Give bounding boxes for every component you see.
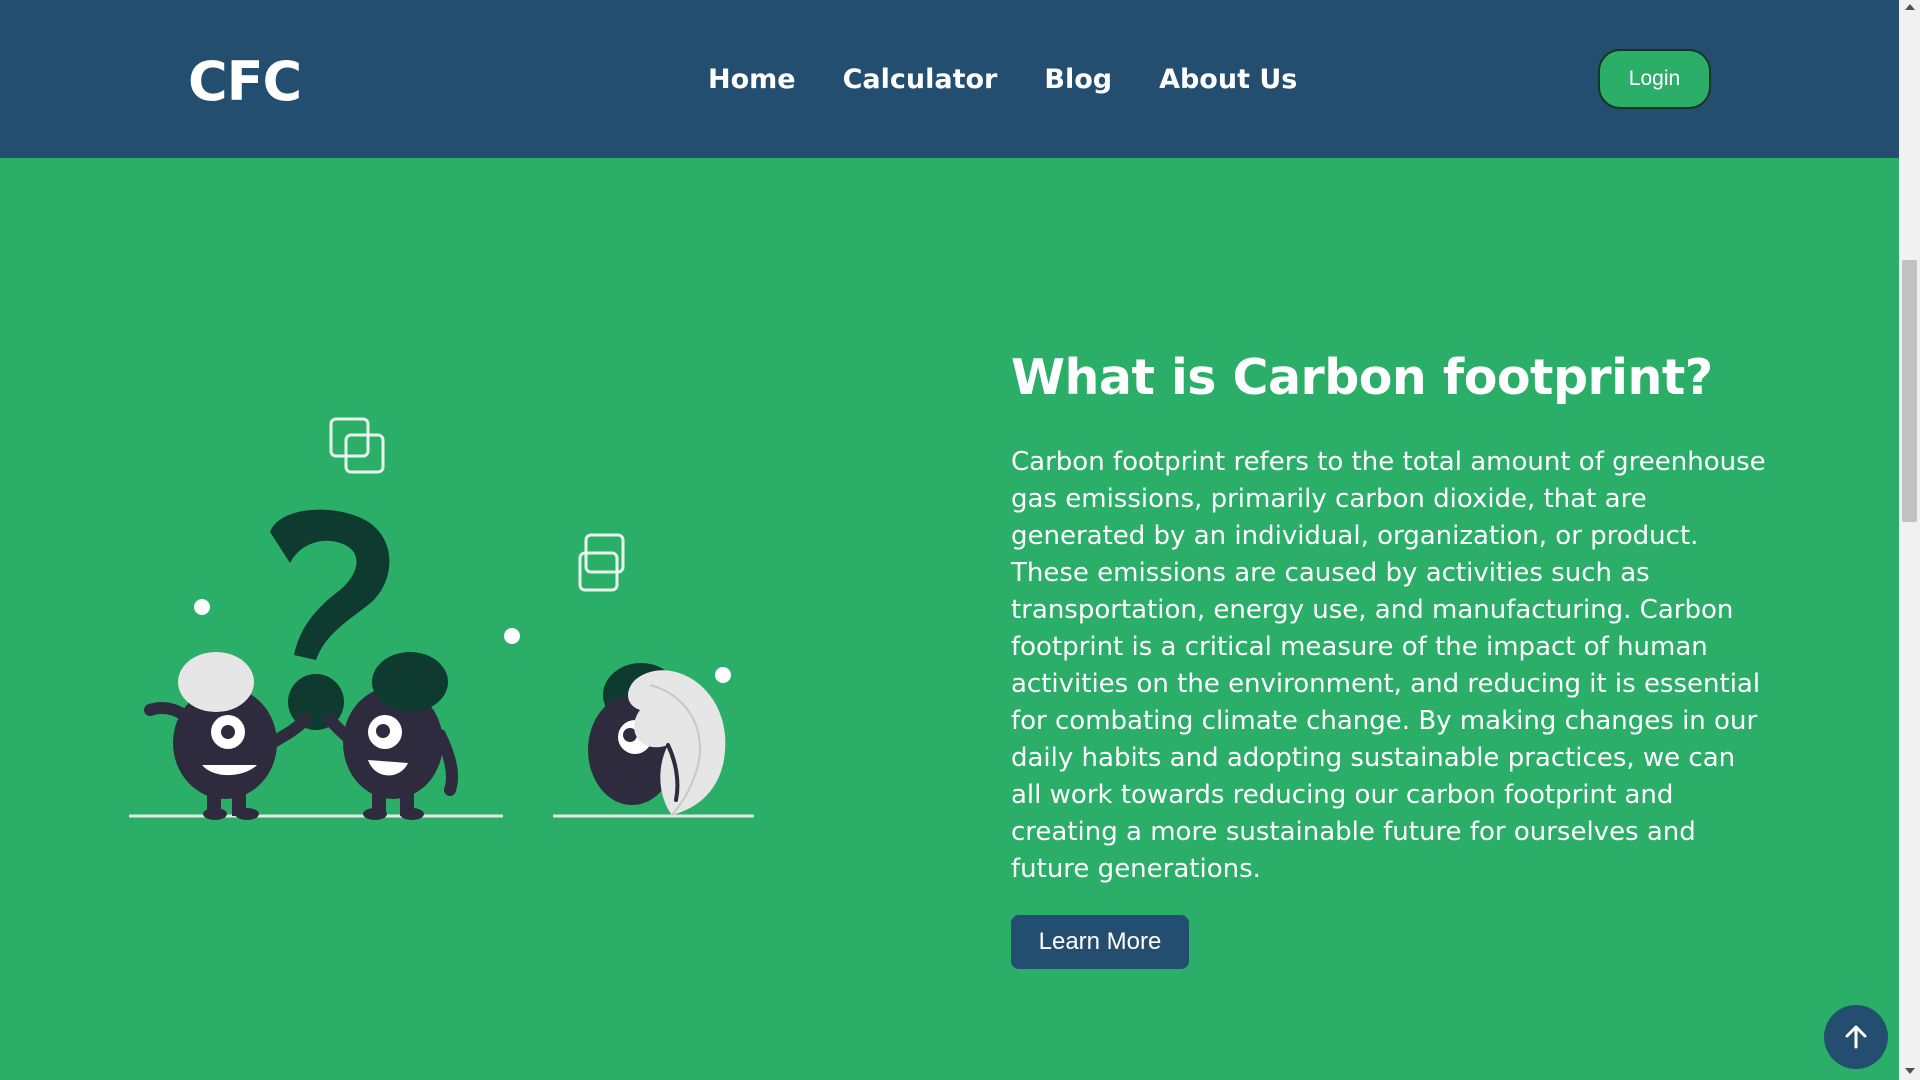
- page-scrollbar[interactable]: [1899, 0, 1920, 1080]
- back-to-top-button[interactable]: [1824, 1005, 1888, 1069]
- section-heading: What is Carbon footprint?: [1011, 349, 1713, 406]
- overlap-squares-icon-right: [578, 533, 625, 592]
- character-right: [588, 663, 726, 816]
- dot-2: [504, 628, 520, 644]
- arrow-up-icon: [1845, 1025, 1867, 1049]
- dot-1: [194, 599, 210, 615]
- scrollbar-thumb[interactable]: [1902, 260, 1917, 522]
- learn-more-button[interactable]: Learn More: [1011, 915, 1189, 969]
- character-left: [144, 652, 311, 820]
- nav-link-blog[interactable]: Blog: [1044, 62, 1112, 98]
- site-header: CFC Home Calculator Blog About Us Login: [0, 0, 1899, 158]
- scroll-up-arrow-icon[interactable]: [1905, 4, 1915, 10]
- main-nav: Home Calculator Blog About Us: [708, 62, 1297, 98]
- overlap-squares-icon-left: [329, 417, 385, 474]
- nav-link-home[interactable]: Home: [708, 62, 796, 98]
- site-logo[interactable]: CFC: [188, 52, 302, 112]
- question-mark-icon: [270, 509, 390, 660]
- dot-3: [715, 667, 731, 683]
- section-paragraph: Carbon footprint refers to the total amo…: [1011, 447, 1766, 884]
- nav-link-about-us[interactable]: About Us: [1159, 62, 1297, 98]
- scroll-down-arrow-icon[interactable]: [1905, 1068, 1915, 1074]
- page: CFC Home Calculator Blog About Us Login: [0, 0, 1899, 1080]
- nav-link-calculator[interactable]: Calculator: [843, 62, 998, 98]
- question-characters-illustration: [120, 405, 770, 825]
- carbon-footprint-section: What is Carbon footprint? Carbon footpri…: [1011, 344, 1771, 969]
- character-middle: [324, 652, 458, 820]
- login-button[interactable]: Login: [1598, 49, 1711, 109]
